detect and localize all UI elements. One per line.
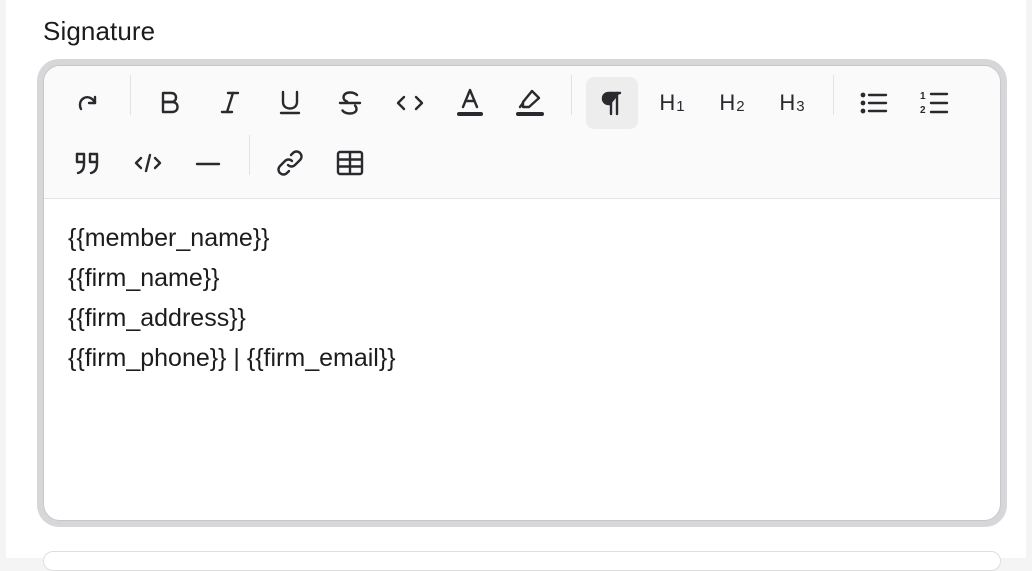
paragraph-button[interactable] (586, 77, 638, 129)
quote-icon (73, 149, 103, 177)
underline-icon (276, 89, 304, 117)
svg-text:2: 2 (920, 105, 926, 116)
pilcrow-icon (599, 89, 625, 117)
heading-2-icon: H2 (719, 90, 745, 115)
highlight-button[interactable] (508, 81, 552, 125)
code-block-icon (132, 149, 164, 177)
editor-toolbar: H1 H2 H3 1 2 (44, 66, 1000, 199)
horizontal-rule-button[interactable] (186, 141, 230, 185)
italic-icon (216, 89, 244, 117)
signature-line: {{firm_phone}} | {{firm_email}} (68, 344, 396, 372)
highlighter-icon (515, 87, 545, 119)
toolbar-divider (130, 75, 131, 115)
heading2-button[interactable]: H2 (710, 81, 754, 125)
inline-code-button[interactable] (388, 81, 432, 125)
next-field-edge (43, 551, 1001, 571)
code-block-button[interactable] (126, 141, 170, 185)
text-color-button[interactable] (448, 81, 492, 125)
signature-editor[interactable]: H1 H2 H3 1 2 {{member_name}} {{firm_name… (43, 65, 1001, 521)
code-icon (394, 89, 426, 117)
bullet-list-button[interactable] (852, 81, 896, 125)
bold-button[interactable] (148, 81, 192, 125)
signature-line: {{firm_address}} (68, 304, 246, 332)
italic-button[interactable] (208, 81, 252, 125)
signature-label: Signature (43, 16, 156, 46)
toolbar-divider (833, 75, 834, 115)
strikethrough-button[interactable] (328, 81, 372, 125)
heading-3-icon: H3 (779, 90, 805, 115)
toolbar-divider (249, 135, 250, 175)
strikethrough-icon (336, 89, 364, 117)
blockquote-button[interactable] (66, 141, 110, 185)
toolbar-divider (571, 75, 572, 115)
heading1-button[interactable]: H1 (650, 81, 694, 125)
redo-icon (74, 89, 102, 117)
signature-line: {{firm_name}} (68, 264, 220, 292)
bullet-list-icon (859, 89, 889, 117)
table-icon (335, 149, 365, 177)
underline-button[interactable] (268, 81, 312, 125)
signature-content[interactable]: {{member_name}} {{firm_name}} {{firm_add… (68, 218, 976, 378)
redo-button[interactable] (66, 81, 110, 125)
text-color-icon (456, 87, 484, 119)
heading3-button[interactable]: H3 (770, 81, 814, 125)
table-button[interactable] (328, 141, 372, 185)
horizontal-rule-icon (194, 149, 222, 177)
link-button[interactable] (268, 141, 312, 185)
svg-text:1: 1 (920, 91, 926, 102)
ordered-list-button[interactable]: 1 2 (912, 81, 956, 125)
bold-icon (156, 89, 184, 117)
heading-1-icon: H1 (659, 90, 685, 115)
settings-panel: Signature H1 H2 H3 1 2 {{member_name}} {… (6, 0, 1026, 571)
link-icon (275, 148, 305, 178)
ordered-list-icon: 1 2 (919, 88, 949, 118)
signature-line: {{member_name}} (68, 224, 270, 252)
